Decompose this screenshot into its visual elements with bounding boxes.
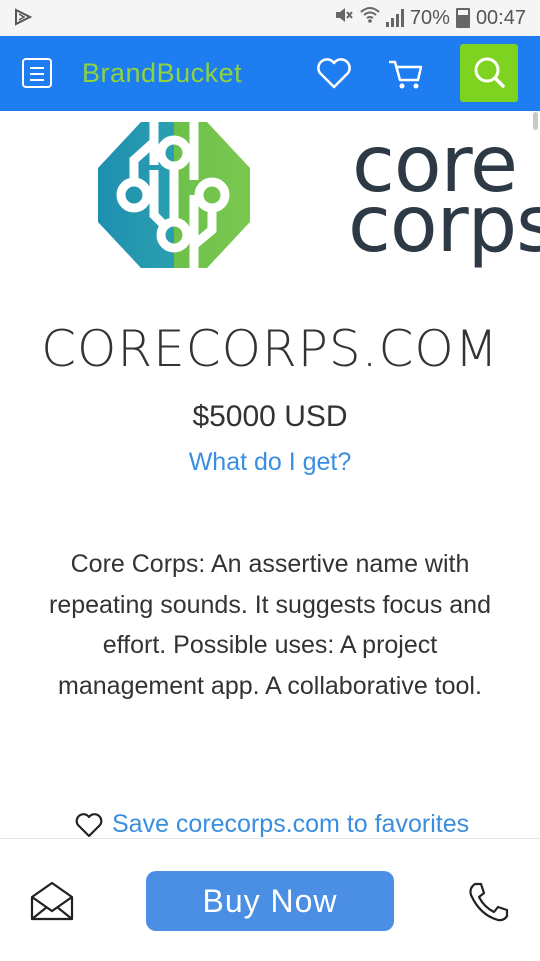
- battery-percent: 70%: [409, 6, 450, 29]
- battery-icon: [455, 8, 470, 28]
- search-icon: [474, 57, 505, 88]
- logo-bucket-text: Bucket: [156, 58, 243, 88]
- heart-icon[interactable]: [314, 54, 354, 94]
- corecorps-emblem-icon: [98, 122, 250, 268]
- heart-outline-icon: [75, 812, 103, 837]
- domain-name-title: CORECORPS.COM: [41, 320, 499, 378]
- logo-brand-text: Brand: [82, 58, 157, 88]
- app-bar: BrandBucket: [0, 36, 540, 111]
- mute-icon: [334, 6, 354, 30]
- save-to-favorites-link[interactable]: Save corecorps.com to favorites: [74, 810, 469, 839]
- domain-description: Core Corps: An assertive name with repea…: [49, 550, 491, 700]
- corecorps-logo: core corps: [96, 120, 540, 270]
- clock: 00:47: [475, 6, 526, 29]
- status-bar: 70% 00:47: [0, 0, 540, 36]
- search-button[interactable]: [460, 44, 518, 102]
- price: $5000 USD: [192, 400, 348, 433]
- what-do-i-get-link[interactable]: What do I get?: [0, 448, 540, 477]
- buy-now-button[interactable]: Buy Now: [146, 871, 394, 931]
- phone-icon[interactable]: [466, 881, 510, 928]
- save-to-favorites-label: Save corecorps.com to favorites: [112, 810, 470, 838]
- menu-icon[interactable]: [22, 58, 52, 88]
- signal-icon: [385, 9, 404, 27]
- play-store-notification-icon: [14, 8, 33, 31]
- cart-icon[interactable]: [386, 54, 426, 94]
- wifi-icon: [360, 6, 380, 30]
- logo-word-corps: corps: [348, 180, 540, 270]
- status-icons: 70% 00:47: [334, 6, 526, 30]
- bottom-action-bar: Buy Now: [0, 838, 540, 961]
- brandbucket-logo[interactable]: BrandBucket: [82, 58, 242, 89]
- scrollbar[interactable]: [533, 112, 538, 130]
- mail-icon[interactable]: [30, 881, 74, 926]
